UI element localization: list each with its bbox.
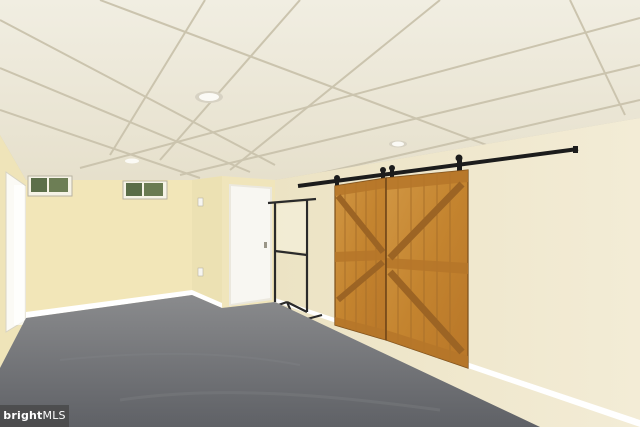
ceiling-light-icon <box>389 140 407 148</box>
basement-window <box>27 175 73 197</box>
watermark: brightMLS <box>0 405 69 427</box>
basement-window <box>122 180 168 200</box>
basement-photo: brightMLS <box>0 0 640 427</box>
watermark-suffix: MLS <box>42 409 66 422</box>
ceiling-light-icon <box>195 91 223 103</box>
watermark-brand: bright <box>3 409 43 422</box>
interior-door <box>229 184 272 306</box>
ceiling-light-icon <box>125 158 139 164</box>
barn-door-right <box>385 169 469 369</box>
wall-corner <box>192 176 222 308</box>
room-illustration <box>0 0 640 427</box>
barn-door-left <box>334 177 387 341</box>
